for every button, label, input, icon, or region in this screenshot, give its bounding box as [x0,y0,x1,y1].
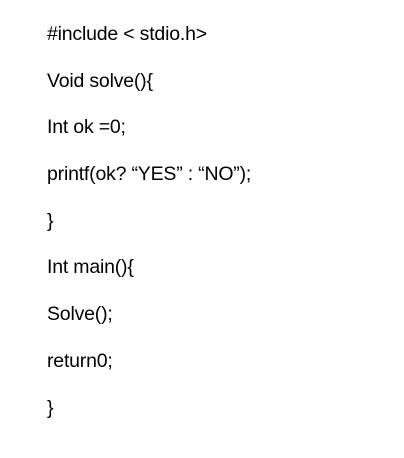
code-line-int-ok: Int ok =0; [47,116,126,139]
code-line-int-main: Int main(){ [47,256,134,279]
code-line-close-brace-2: } [47,396,54,419]
code-line-return: return0; [47,349,113,372]
code-line-close-brace-1: } [47,209,54,232]
code-line-void-solve: Void solve(){ [47,69,153,92]
code-line-printf: printf(ok? “YES” : “NO”); [47,163,252,186]
code-snippet: #include < stdio.h> Void solve(){ Int ok… [47,14,251,434]
code-line-include: #include < stdio.h> [47,23,207,45]
document-page: #include < stdio.h> Void solve(){ Int ok… [0,0,404,458]
code-line-solve-call: Solve(); [47,303,113,326]
